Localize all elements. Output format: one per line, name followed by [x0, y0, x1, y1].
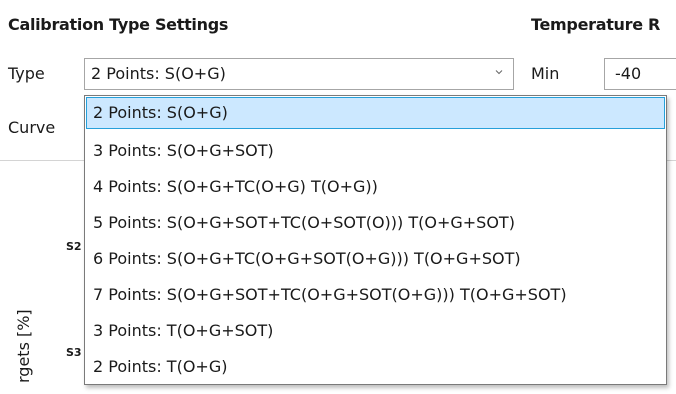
- type-label: Type: [8, 64, 45, 83]
- temperature-range-heading: Temperature R: [531, 15, 661, 34]
- dropdown-option-5-points[interactable]: 5 Points: S(O+G+SOT+TC(O+SOT(O))) T(O+G+…: [86, 204, 665, 240]
- tick-label-s2: S2: [66, 240, 82, 253]
- tick-label-s3: S3: [66, 346, 82, 359]
- chevron-down-icon: [495, 70, 503, 75]
- dropdown-option-3-points-t-og-sot[interactable]: 3 Points: T(O+G+SOT): [86, 312, 665, 348]
- dropdown-option-2-points-s-og[interactable]: 2 Points: S(O+G): [86, 97, 665, 129]
- curve-label: Curve: [8, 118, 56, 137]
- type-select[interactable]: 2 Points: S(O+G): [84, 58, 514, 90]
- min-label: Min: [531, 64, 560, 83]
- min-temperature-value: -40: [615, 64, 642, 83]
- type-dropdown-list: 2 Points: S(O+G) 3 Points: S(O+G+SOT) 4 …: [84, 95, 667, 385]
- dropdown-option-4-points[interactable]: 4 Points: S(O+G+TC(O+G) T(O+G)): [86, 168, 665, 204]
- dropdown-option-6-points[interactable]: 6 Points: S(O+G+TC(O+G+SOT(O+G))) T(O+G+…: [86, 240, 665, 276]
- type-select-value: 2 Points: S(O+G): [91, 64, 226, 83]
- dropdown-option-3-points-s-og-sot[interactable]: 3 Points: S(O+G+SOT): [86, 132, 665, 168]
- dropdown-option-2-points-t-og[interactable]: 2 Points: T(O+G): [86, 348, 665, 384]
- dropdown-option-7-points[interactable]: 7 Points: S(O+G+SOT+TC(O+G+SOT(O+G))) T(…: [86, 276, 665, 312]
- y-axis-label: rgets [%]: [14, 309, 33, 383]
- min-temperature-input[interactable]: -40: [604, 58, 676, 90]
- calibration-type-settings-heading: Calibration Type Settings: [8, 15, 229, 34]
- calibration-settings-panel: Calibration Type Settings Temperature R …: [0, 0, 676, 394]
